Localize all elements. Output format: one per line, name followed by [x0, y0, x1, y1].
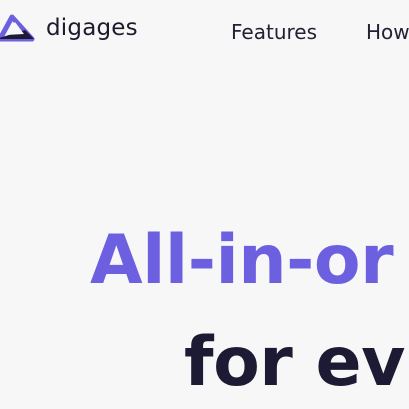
brand-name: digages	[46, 14, 138, 41]
page: digages Features How All-in-or for ev	[0, 0, 409, 409]
hero-headline-line-2: for ev	[184, 323, 405, 402]
site-header: digages Features How	[0, 0, 409, 64]
triangle-logo-icon	[0, 14, 38, 44]
nav-link-features[interactable]: Features	[231, 20, 317, 44]
nav-link-how[interactable]: How	[366, 20, 409, 44]
hero-headline-line-1: All-in-or	[90, 221, 394, 300]
main-nav: Features How	[231, 20, 409, 44]
brand-logo-link[interactable]: digages	[0, 14, 138, 44]
